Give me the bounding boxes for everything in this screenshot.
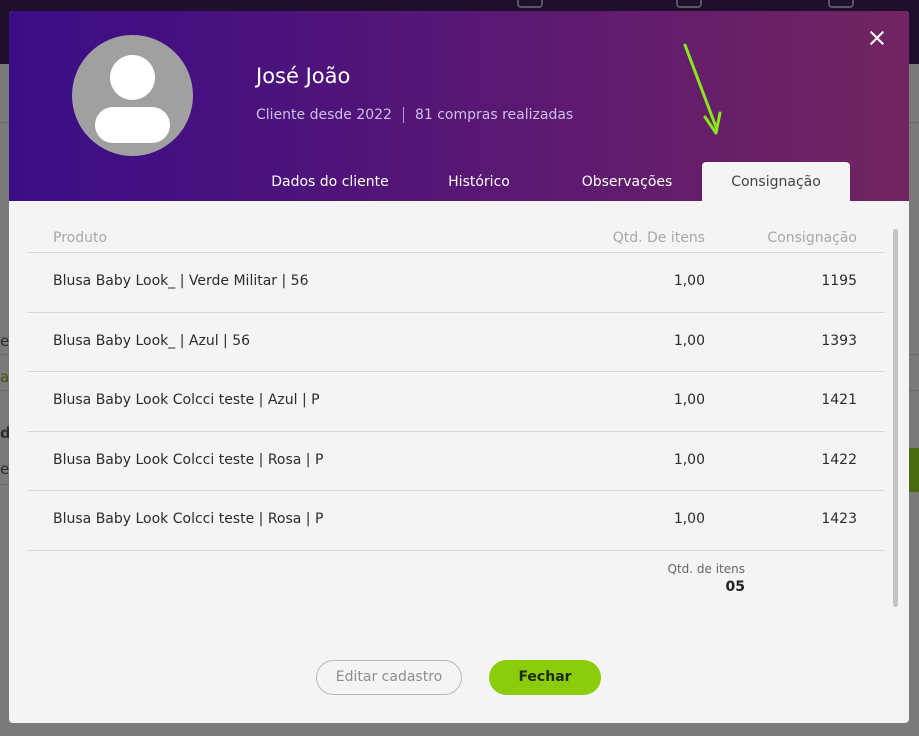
table-row[interactable]: Blusa Baby Look_ | Verde Militar | 56 1,… xyxy=(27,253,885,313)
arrow-annotation-icon xyxy=(683,43,722,135)
scrollbar[interactable] xyxy=(893,229,898,607)
summary-value: 05 xyxy=(725,579,745,595)
header-product: Produto xyxy=(53,230,108,246)
row-consignment: 1423 xyxy=(821,511,857,528)
header-consignment: Consignação xyxy=(767,230,857,246)
row-product: Blusa Baby Look_ | Azul | 56 xyxy=(53,332,251,349)
row-consignment: 1421 xyxy=(821,392,857,409)
row-qty: 1,00 xyxy=(673,332,705,349)
client-purchases: 81 compras realizadas xyxy=(414,107,574,123)
consignment-table: Produto Qtd. De itens Consignação Blusa … xyxy=(27,225,885,551)
table-row[interactable]: Blusa Baby Look Colcci teste | Rosa | P … xyxy=(27,491,885,551)
row-product: Blusa Baby Look Colcci teste | Rosa | P xyxy=(53,451,324,468)
items-summary: Qtd. de itens 05 xyxy=(569,562,746,595)
row-consignment: 1422 xyxy=(821,451,857,468)
client-modal: José João Cliente desde 2022 81 compras … xyxy=(9,11,909,723)
background-toolbar-icon xyxy=(517,0,543,8)
client-meta: Cliente desde 2022 81 compras realizadas xyxy=(256,107,573,123)
row-product: Blusa Baby Look Colcci teste | Azul | P xyxy=(53,392,320,409)
user-avatar-icon xyxy=(72,35,193,156)
row-qty: 1,00 xyxy=(673,451,705,468)
client-name: José João xyxy=(256,64,351,88)
tab-observations[interactable]: Observações xyxy=(561,162,693,201)
row-product: Blusa Baby Look Colcci teste | Rosa | P xyxy=(53,511,324,528)
row-qty: 1,00 xyxy=(673,392,705,409)
edit-profile-button[interactable]: Editar cadastro xyxy=(316,660,462,695)
close-button[interactable]: Fechar xyxy=(489,660,601,695)
tab-history[interactable]: Histórico xyxy=(415,162,543,201)
tab-client-data[interactable]: Dados do cliente xyxy=(249,162,411,201)
modal-header: José João Cliente desde 2022 81 compras … xyxy=(9,11,909,201)
background-toolbar-icon xyxy=(828,0,854,8)
row-qty: 1,00 xyxy=(673,273,705,289)
background-green-button xyxy=(909,448,919,492)
table-row[interactable]: Blusa Baby Look Colcci teste | Rosa | P … xyxy=(27,432,885,492)
background-text-fragment: e xyxy=(0,332,10,350)
table-row[interactable]: Blusa Baby Look Colcci teste | Azul | P … xyxy=(27,372,885,432)
close-icon[interactable] xyxy=(866,27,888,49)
background-toolbar-icon xyxy=(676,0,702,8)
meta-divider xyxy=(402,107,404,123)
table-header: Produto Qtd. De itens Consignação xyxy=(27,225,885,253)
client-since: Cliente desde 2022 xyxy=(256,107,392,123)
table-row[interactable]: Blusa Baby Look_ | Azul | 56 1,00 1393 xyxy=(27,313,885,373)
row-product: Blusa Baby Look_ | Verde Militar | 56 xyxy=(53,273,309,289)
summary-label: Qtd. de itens xyxy=(667,562,746,576)
header-qty: Qtd. De itens xyxy=(612,230,705,246)
row-consignment: 1195 xyxy=(821,273,857,289)
tab-bar: Dados do cliente Histórico Observações C… xyxy=(9,162,909,201)
tab-consignment[interactable]: Consignação xyxy=(702,162,850,201)
row-consignment: 1393 xyxy=(821,332,857,349)
row-qty: 1,00 xyxy=(673,511,705,528)
